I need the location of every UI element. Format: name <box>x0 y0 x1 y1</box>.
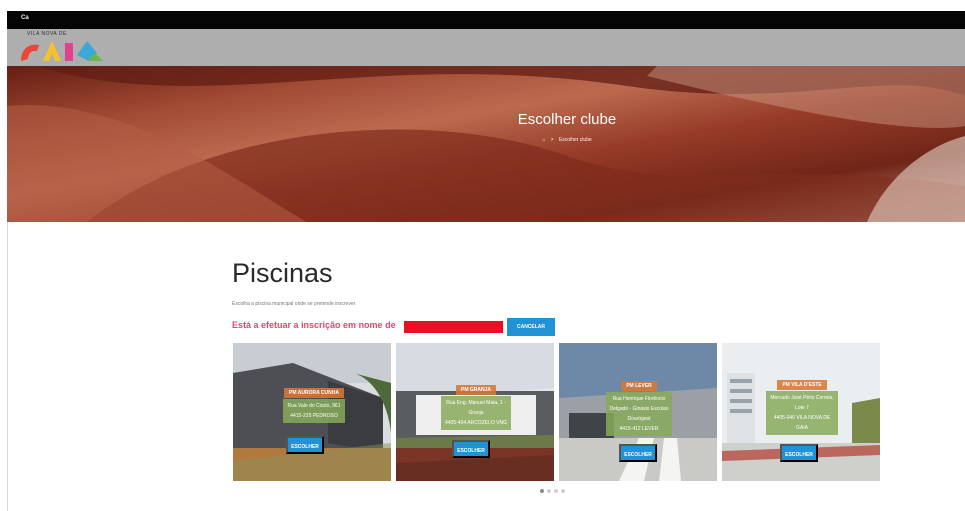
pool-info: PM AURORA CUNHA Rua Vale do Couto, 961 4… <box>259 388 369 423</box>
breadcrumb-separator: > <box>550 137 554 143</box>
pool-card-lever[interactable]: PM LEVER Rua Henrique Florêncio Delgado … <box>559 343 717 481</box>
page-subtitle: Escolha a piscina municipal onde se pret… <box>232 301 356 307</box>
pool-name: PM GRANJA <box>455 385 496 395</box>
choose-button[interactable]: ESCOLHER <box>780 444 818 462</box>
pool-card-vila-d-este[interactable]: PM VILA D'ESTE Mercado José Pinto Correi… <box>722 343 880 481</box>
pool-address: Mercado José Pinto Correia, Lote 7 4405-… <box>766 391 838 435</box>
pool-address: Rua Henrique Florêncio Delgado - Ginásio… <box>605 392 673 436</box>
carousel-dots <box>540 489 565 495</box>
breadcrumb-current: Escolher clube <box>558 137 592 143</box>
page: Ca VILA NOVA DE Escolher clube ⌂ > Escol… <box>0 0 965 511</box>
carousel-dot[interactable] <box>547 489 551 493</box>
pool-address: Rua Vale do Couto, 961 4415-225 PEDROSO <box>283 399 345 423</box>
hero-banner: Escolher clube ⌂ > Escolher clube <box>7 66 965 222</box>
page-title: Piscinas <box>232 258 333 288</box>
top-bar: Ca <box>7 11 965 29</box>
carousel-dot[interactable] <box>540 489 544 493</box>
home-icon[interactable]: ⌂ <box>542 137 545 143</box>
pool-address: Rua Eng. Manuel Maia, 1 - Granja 4405-40… <box>441 396 511 430</box>
carousel-dot[interactable] <box>554 489 558 493</box>
redacted-name <box>404 321 503 333</box>
pool-card-aurora-cunha[interactable]: PM AURORA CUNHA Rua Vale do Couto, 961 4… <box>233 343 391 481</box>
hero-title: Escolher clube <box>517 111 617 128</box>
cancel-button[interactable]: CANCELAR <box>507 318 555 336</box>
pool-info: PM GRANJA Rua Eng. Manuel Maia, 1 - Gran… <box>420 385 532 430</box>
breadcrumb: ⌂ > Escolher clube <box>467 137 667 143</box>
divider <box>7 222 8 511</box>
registration-notice: Está a efetuar a inscrição em nome de <box>232 320 396 330</box>
pool-card-granja[interactable]: PM GRANJA Rua Eng. Manuel Maia, 1 - Gran… <box>396 343 554 481</box>
logo-text: VILA NOVA DE <box>27 31 67 37</box>
pool-name: PM AURORA CUNHA <box>284 388 344 398</box>
pool-info: PM VILA D'ESTE Mercado José Pinto Correi… <box>742 380 862 435</box>
carousel-dot[interactable] <box>561 489 565 493</box>
choose-button[interactable]: ESCOLHER <box>619 444 657 462</box>
top-bar-link[interactable]: Ca <box>21 15 29 21</box>
pool-name: PM LEVER <box>621 381 657 391</box>
choose-button[interactable]: ESCOLHER <box>286 436 324 454</box>
pool-name: PM VILA D'ESTE <box>777 380 827 390</box>
pool-info: PM LEVER Rua Henrique Florêncio Delgado … <box>587 381 691 436</box>
hero-image <box>7 66 965 222</box>
choose-button[interactable]: ESCOLHER <box>452 440 490 458</box>
header: VILA NOVA DE <box>7 29 965 66</box>
gaia-logo[interactable]: VILA NOVA DE <box>19 31 115 63</box>
